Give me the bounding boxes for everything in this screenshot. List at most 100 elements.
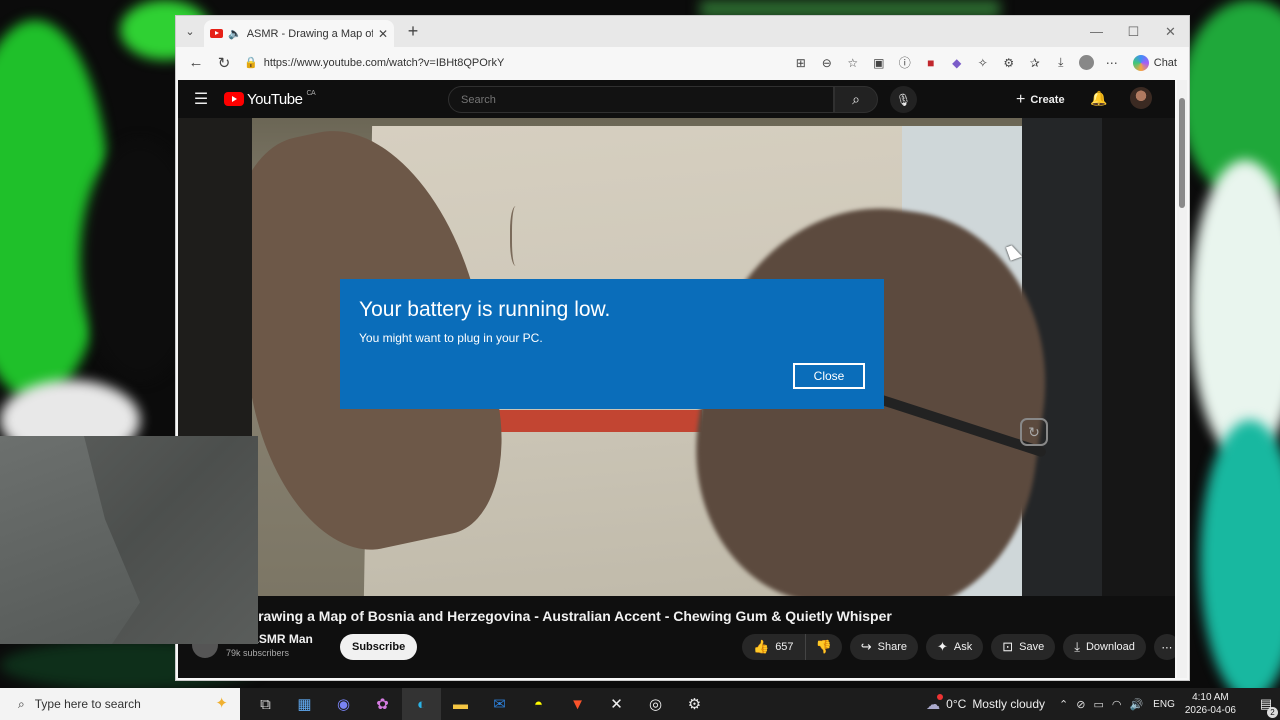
notification-message: You might want to plug in your PC.	[359, 331, 543, 345]
snapchat-icon[interactable]: ◓	[519, 688, 558, 720]
downloads-icon[interactable]: ⤓	[1048, 51, 1074, 75]
copilot-app-icon[interactable]: ✿	[363, 688, 402, 720]
close-window-button[interactable]: ✕	[1152, 16, 1189, 47]
overlay-camera-panel	[0, 436, 258, 644]
tab-close-icon[interactable]: ✕	[378, 27, 388, 41]
refresh-icon[interactable]: ↻	[210, 54, 238, 72]
search-icon: ⌕	[18, 696, 25, 711]
wifi-icon[interactable]: ◠	[1112, 698, 1122, 711]
extension-briefcase-icon[interactable]: ▣	[866, 51, 892, 75]
volume-icon[interactable]: 🔊	[1129, 698, 1143, 711]
sparkle-icon: ✦	[937, 639, 948, 654]
zoom-icon[interactable]: ⊖	[814, 51, 840, 75]
obs-recording-icon[interactable]: ◎	[636, 688, 675, 720]
weather-temp: 0°C	[946, 697, 967, 711]
create-label: Create	[1030, 94, 1065, 106]
taskbar-search-placeholder: Type here to search	[34, 697, 141, 711]
tab-youtube[interactable]: 🔈 ASMR - Drawing a Map of Bosnia and Her…	[204, 20, 394, 47]
chat-label: Chat	[1153, 56, 1177, 69]
video-title: Drawing a Map of Bosnia and Herzegovina …	[248, 608, 892, 624]
file-explorer-icon[interactable]: ▬	[441, 688, 480, 720]
system-clock[interactable]: 4:10 AM 2026-04-06	[1185, 691, 1236, 717]
task-view-icon[interactable]: ⧉	[246, 688, 285, 720]
youtube-header: ☰ YouTube CA ⌕ 🎙 + Create 🔔	[178, 80, 1175, 118]
address-field[interactable]: 🔒 https://www.youtube.com/watch?v=IBHt8Q…	[244, 51, 764, 75]
youtube-favicon-icon	[210, 29, 223, 38]
favorites-icon[interactable]: ✰	[1022, 51, 1048, 75]
favorite-star-icon[interactable]: ☆	[840, 51, 866, 75]
plus-icon: +	[1016, 91, 1026, 108]
extensions-puzzle-icon[interactable]: ✧	[970, 51, 996, 75]
discord-icon[interactable]: ◉	[324, 688, 363, 720]
share-arrow-icon: ↪	[860, 639, 872, 654]
scrollbar-thumb[interactable]	[1179, 98, 1185, 208]
outlook-icon[interactable]: ✉	[480, 688, 519, 720]
site-info-lock-icon[interactable]: 🔒	[244, 56, 258, 69]
notification-title: Your battery is running low.	[359, 298, 611, 321]
taskbar-search-box[interactable]: ⌕ Type here to search ✦	[0, 688, 240, 720]
youtube-play-logo-icon	[224, 92, 244, 106]
tab-actions-chevron-icon[interactable]: ⌄	[176, 16, 204, 47]
dislike-button[interactable]: 👎	[805, 634, 842, 660]
extension-info-icon[interactable]: ⓘ	[892, 51, 918, 75]
maximize-button[interactable]: ☐	[1115, 16, 1152, 47]
bookmark-icon: ⊡	[1002, 639, 1014, 654]
download-icon: ⤓	[1074, 639, 1080, 654]
copilot-chat-button[interactable]: Chat	[1132, 54, 1183, 71]
copilot-icon	[1132, 54, 1149, 71]
search-highlight-sparkle-icon: ✦	[215, 695, 228, 712]
save-button[interactable]: ⊡ Save	[991, 634, 1056, 660]
weather-widget[interactable]: ☁ 0°C Mostly cloudy	[926, 693, 1046, 713]
app-available-icon[interactable]: ⊞	[788, 51, 814, 75]
like-count: 657	[775, 641, 794, 653]
address-bar-row: ← ↻ 🔒 https://www.youtube.com/watch?v=IB…	[176, 47, 1189, 78]
region-code: CA	[306, 89, 316, 97]
clock-time: 4:10 AM	[1192, 692, 1229, 703]
profile-avatar[interactable]	[1078, 55, 1094, 70]
minimize-button[interactable]: —	[1078, 16, 1115, 47]
back-arrow-icon[interactable]: ←	[182, 54, 210, 71]
replay-icon[interactable]: ↻	[1020, 418, 1048, 446]
subscribe-button[interactable]: Subscribe	[340, 634, 418, 660]
tab-title: ASMR - Drawing a Map of Bosnia and Herze…	[246, 27, 373, 40]
like-button[interactable]: 👍 657	[742, 634, 806, 660]
browser-essentials-icon[interactable]: ⚙	[996, 51, 1022, 75]
download-button[interactable]: ⤓ Download	[1063, 634, 1146, 660]
microsoft-store-icon[interactable]: ▦	[285, 688, 324, 720]
settings-app-icon[interactable]: ⚙	[675, 688, 714, 720]
more-menu-icon[interactable]: ⋯	[1099, 51, 1125, 75]
close-notification-button[interactable]: Close	[793, 363, 865, 389]
search-icon[interactable]: ⌕	[834, 86, 878, 113]
brave-browser-icon[interactable]: ▼	[558, 688, 597, 720]
share-button[interactable]: ↪ Share	[849, 634, 918, 660]
thumbs-down-icon: 👎	[815, 639, 832, 654]
show-hidden-icons-chevron-icon[interactable]: ⌃	[1059, 698, 1068, 711]
youtube-logo-text: YouTube	[247, 90, 303, 108]
more-actions-icon[interactable]: ⋯	[1153, 634, 1175, 660]
youtube-search-input[interactable]	[448, 86, 834, 113]
new-tab-button[interactable]: +	[400, 21, 426, 42]
battery-low-notification: Your battery is running low. You might w…	[340, 279, 884, 409]
notifications-bell-icon[interactable]: 🔔	[1090, 90, 1107, 107]
battery-icon[interactable]: ▭	[1093, 698, 1103, 711]
user-avatar[interactable]	[1130, 87, 1152, 109]
page-scrollbar[interactable]	[1177, 80, 1187, 678]
hamburger-menu-icon[interactable]: ☰	[178, 89, 224, 109]
input-language[interactable]: ENG	[1153, 699, 1175, 710]
thumbs-up-icon: 👍	[753, 639, 770, 654]
video-actions: 👍 657 👎 ↪ Share ✦ Ask ⊡ Save ⤓ Download …	[742, 634, 1175, 660]
video-letterbox-right	[1102, 118, 1175, 596]
x-app-icon[interactable]: ✕	[597, 688, 636, 720]
audio-playing-icon[interactable]: 🔈	[228, 27, 242, 40]
extension-purple-icon[interactable]: ◆	[944, 51, 970, 75]
weather-condition: Mostly cloudy	[972, 697, 1046, 711]
edge-browser-icon[interactable]: ◐	[402, 688, 441, 720]
microphone-icon[interactable]: 🎙	[890, 86, 917, 113]
ask-button[interactable]: ✦ Ask	[926, 634, 984, 660]
create-button[interactable]: + Create	[1016, 88, 1065, 112]
notification-center-icon[interactable]: ▤ 2	[1252, 696, 1280, 718]
network-offline-icon[interactable]: ⊘	[1076, 698, 1085, 711]
youtube-logo[interactable]: YouTube CA	[224, 89, 316, 108]
extension-red-icon[interactable]: ■	[918, 51, 944, 75]
notification-count-badge: 2	[1267, 707, 1278, 718]
